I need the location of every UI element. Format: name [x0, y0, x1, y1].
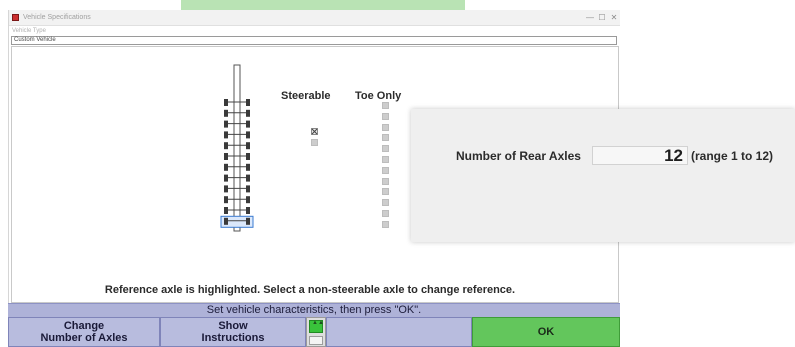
vehicle-type-caption: Vehicle Type — [12, 28, 46, 34]
toe-only-checkbox[interactable] — [382, 188, 389, 196]
change-axles-label-line2: Number of Axles — [40, 332, 128, 344]
minimize-button[interactable]: — — [584, 12, 596, 23]
status-bar: Set vehicle characteristics, then press … — [8, 303, 620, 317]
toe-only-checkbox[interactable] — [382, 210, 389, 217]
wheel-left — [224, 163, 228, 171]
wheel-right — [246, 196, 250, 204]
show-instructions-label-line2: Instructions — [201, 332, 265, 344]
wheel-right — [246, 131, 250, 139]
title-bar: Vehicle Specifications — ☐ ✕ — [9, 10, 620, 26]
arrow-up-icon: ▲▲ — [312, 320, 324, 326]
wheel-left — [224, 153, 228, 160]
change-number-of-axles-button[interactable]: Change Number of Axles — [8, 317, 160, 347]
app-icon — [12, 14, 19, 21]
toe-only-checkbox[interactable] — [382, 134, 389, 142]
wheel-right — [246, 109, 250, 117]
blank-function-key[interactable] — [326, 317, 472, 347]
steerable-checkbox[interactable] — [311, 128, 318, 135]
wheel-left — [224, 185, 228, 193]
wheel-right — [246, 207, 250, 214]
toe-only-checkbox[interactable] — [382, 123, 389, 131]
toe-only-checkbox[interactable] — [382, 166, 389, 174]
wheel-right — [246, 99, 250, 106]
chassis-rail — [233, 64, 241, 232]
wheel-right — [246, 153, 250, 160]
scroll-indicator[interactable]: ▲▲ — [306, 317, 326, 347]
close-button[interactable]: ✕ — [608, 12, 620, 23]
wheel-right — [246, 120, 250, 128]
steerable-checkbox[interactable] — [311, 139, 318, 146]
rear-axles-popup: Number of Rear Axles 12 (range 1 to 12) — [411, 109, 795, 242]
wheel-right — [246, 174, 250, 182]
wheel-left — [224, 120, 228, 128]
wheel-right — [246, 185, 250, 193]
toe-only-checkbox[interactable] — [382, 177, 389, 185]
wheel-right — [246, 217, 250, 225]
window-title: Vehicle Specifications — [23, 14, 91, 21]
vehicle-type-field[interactable]: Custom Vehicle — [11, 36, 617, 45]
wheel-right — [246, 163, 250, 171]
scroll-up-button[interactable]: ▲▲ — [309, 320, 324, 333]
rear-axles-label: Number of Rear Axles — [456, 149, 581, 163]
toe-only-checkbox[interactable] — [382, 156, 389, 163]
toe-only-column-header: Toe Only — [355, 90, 402, 102]
top-green-tab — [181, 0, 465, 10]
toe-only-checkbox[interactable] — [382, 102, 389, 109]
show-instructions-button[interactable]: Show Instructions — [160, 317, 306, 347]
toe-only-checkbox[interactable] — [382, 112, 389, 120]
ok-button[interactable]: OK — [472, 317, 620, 347]
scroll-down-button[interactable] — [309, 336, 323, 345]
wheel-left — [224, 174, 228, 182]
toe-only-checkbox[interactable] — [382, 199, 389, 207]
wheel-left — [224, 217, 228, 225]
wheel-left — [224, 109, 228, 117]
maximize-button[interactable]: ☐ — [596, 12, 608, 23]
wheel-left — [224, 99, 228, 106]
wheel-left — [224, 196, 228, 204]
wheel-right — [246, 142, 250, 150]
toe-only-checkbox[interactable] — [382, 220, 389, 228]
change-axles-label-line1: Change — [63, 320, 105, 332]
steerable-column-header: Steerable — [281, 90, 331, 102]
wheel-left — [224, 131, 228, 139]
wheel-left — [224, 142, 228, 150]
reference-note: Reference axle is highlighted. Select a … — [104, 284, 516, 296]
axle-stack-diagram — [220, 64, 254, 232]
toe-only-checkbox[interactable] — [382, 145, 389, 153]
rear-axles-range: (range 1 to 12) — [691, 149, 774, 163]
show-instructions-label-line1: Show — [218, 320, 248, 332]
wheel-left — [224, 207, 228, 214]
rear-axles-input[interactable]: 12 — [592, 146, 688, 165]
